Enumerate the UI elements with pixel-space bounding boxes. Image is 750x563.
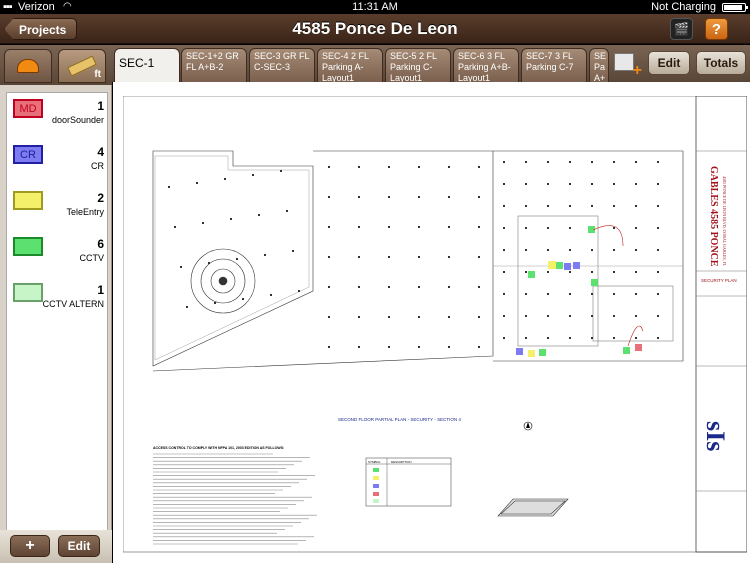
card-reader-device-icon xyxy=(516,348,523,355)
general-notes: ACCESS CONTROL TO COMPLY WITH NFPA 101, … xyxy=(153,446,317,545)
legend-header-description: DESCRIPTION xyxy=(391,460,412,464)
card-reader-device-icon xyxy=(564,263,571,270)
title-block-project-name: GABLES 4585 PONCE xyxy=(708,166,719,267)
add-symbol-button[interactable]: + xyxy=(10,535,50,557)
symbol-legend: SYMBOL DESCRIPTION xyxy=(365,457,452,507)
battery-icon xyxy=(722,3,748,12)
door-sounder-device-icon xyxy=(635,344,642,351)
symbol-count: 1 xyxy=(97,99,104,113)
cctv-device-icon xyxy=(623,347,630,354)
tele-entry-symbol-icon xyxy=(13,191,43,210)
symbol-count: 4 xyxy=(97,145,104,159)
symbol-item-cr[interactable]: CR 4 CR xyxy=(7,139,107,185)
clock: 11:31 AM xyxy=(352,1,398,13)
totals-button[interactable]: Totals xyxy=(696,51,746,75)
tele-entry-device-icon xyxy=(548,261,556,269)
symbol-count: 6 xyxy=(97,237,104,251)
sheet-title: SECURITY PLAN xyxy=(701,278,737,283)
battery-status: Not Charging xyxy=(651,1,716,13)
cctv-device-icon xyxy=(591,279,598,286)
panel-footer: + Edit xyxy=(0,530,112,563)
navigation-bar: Projects 4585 Ponce De Leon 🎬 ? xyxy=(0,14,750,44)
symbol-name: CCTV ALTERN xyxy=(42,299,104,309)
west-wing-plan xyxy=(152,150,314,367)
tab-sheet-sec-6[interactable]: SEC-6 3 FL Parking A+B-Layout1 xyxy=(453,48,519,82)
floor-plan-drawing[interactable]: GABLES 4585 PONCE 4585 PONCE DE LEON BLV… xyxy=(123,96,747,556)
symbol-name: doorSounder xyxy=(51,115,104,125)
symbol-list: MD 1 doorSounder CR 4 CR 2 TeleEntry 6 C… xyxy=(6,92,108,562)
cctv-device-icon xyxy=(539,349,546,356)
cctv-altern-symbol-icon xyxy=(13,283,43,302)
tab-sheet-sec-7[interactable]: SEC-7 3 FL Parking C-7 xyxy=(521,48,587,82)
symbol-count: 1 xyxy=(97,283,104,297)
cone-icon xyxy=(17,59,39,73)
card-reader-symbol-icon: CR xyxy=(13,145,43,164)
symbol-item-cctv[interactable]: 6 CCTV xyxy=(7,231,107,277)
placed-device-symbols xyxy=(516,225,644,357)
ruler-icon xyxy=(67,55,97,77)
symbol-panel: ft MD 1 doorSounder CR 4 CR 2 TeleEntry … xyxy=(0,45,112,563)
symbol-item-tele-entry[interactable]: 2 TeleEntry xyxy=(7,185,107,231)
cctv-device-icon xyxy=(556,262,563,269)
symbol-name: CCTV xyxy=(79,253,105,263)
tab-sheet-sec-3[interactable]: SEC-3 GR FL C-SEC-3 xyxy=(249,48,315,82)
symbol-count: 2 xyxy=(97,191,104,205)
legend-header-symbol: SYMBOL xyxy=(368,460,381,464)
notes-heading: ACCESS CONTROL TO COMPLY WITH NFPA 101, … xyxy=(153,446,284,450)
clapperboard-icon[interactable]: 🎬 xyxy=(670,18,693,40)
tab-sheet-partial[interactable]: SE Pa A+ xyxy=(589,48,609,82)
symbol-item-door-sounder[interactable]: MD 1 doorSounder xyxy=(7,93,107,139)
ruler-unit: ft xyxy=(94,69,101,80)
cctv-device-icon xyxy=(528,271,535,278)
sheet-tab-bar: SEC-1 SEC-1+2 GR FL A+B-2 SEC-3 GR FL C-… xyxy=(112,45,750,82)
tab-symbols[interactable] xyxy=(4,49,52,83)
title-block-address: 4585 PONCE DE LEON BLVD. CORAL GABLES, F… xyxy=(721,176,727,267)
status-bar: ▪▪▪ Verizon ◠ 11:31 AM Not Charging xyxy=(0,0,750,14)
structural-columns xyxy=(168,161,659,348)
help-icon[interactable]: ? xyxy=(705,18,728,40)
company-logo: sIs xyxy=(701,421,730,451)
title-block xyxy=(695,96,747,553)
edit-symbols-button[interactable]: Edit xyxy=(58,535,100,557)
edit-sheets-button[interactable]: Edit xyxy=(648,51,690,75)
drawing-canvas[interactable]: GABLES 4585 PONCE 4585 PONCE DE LEON BLV… xyxy=(113,82,750,563)
door-sounder-symbol-icon: MD xyxy=(13,99,43,118)
page-title: 4585 Ponce De Leon xyxy=(292,19,458,38)
plan-caption: SECOND FLOOR PARTIAL PLAN - SECURITY - S… xyxy=(338,417,461,422)
add-sheet-icon[interactable]: + xyxy=(612,51,642,79)
tele-entry-device-icon xyxy=(528,350,535,357)
symbol-item-cctv-altern[interactable]: 1 CCTV ALTERN xyxy=(7,277,107,323)
tab-sheet-sec-5[interactable]: SEC-5 2 FL Parking C-Layout1 xyxy=(385,48,451,82)
tab-sheet-sec-1[interactable]: SEC-1 xyxy=(114,48,180,82)
symbol-name: CR xyxy=(91,161,104,171)
detail-section xyxy=(497,498,569,517)
card-reader-device-icon xyxy=(573,262,580,269)
cctv-symbol-icon xyxy=(13,237,43,256)
panel-tabs: ft xyxy=(0,45,112,85)
tab-sheet-sec-1-2[interactable]: SEC-1+2 GR FL A+B-2 xyxy=(181,48,247,82)
tab-sheet-sec-4[interactable]: SEC-4 2 FL Parking A-Layout1 xyxy=(317,48,383,82)
tab-measure[interactable]: ft xyxy=(58,49,106,83)
symbol-name: TeleEntry xyxy=(66,207,104,217)
plan-border xyxy=(123,96,747,553)
